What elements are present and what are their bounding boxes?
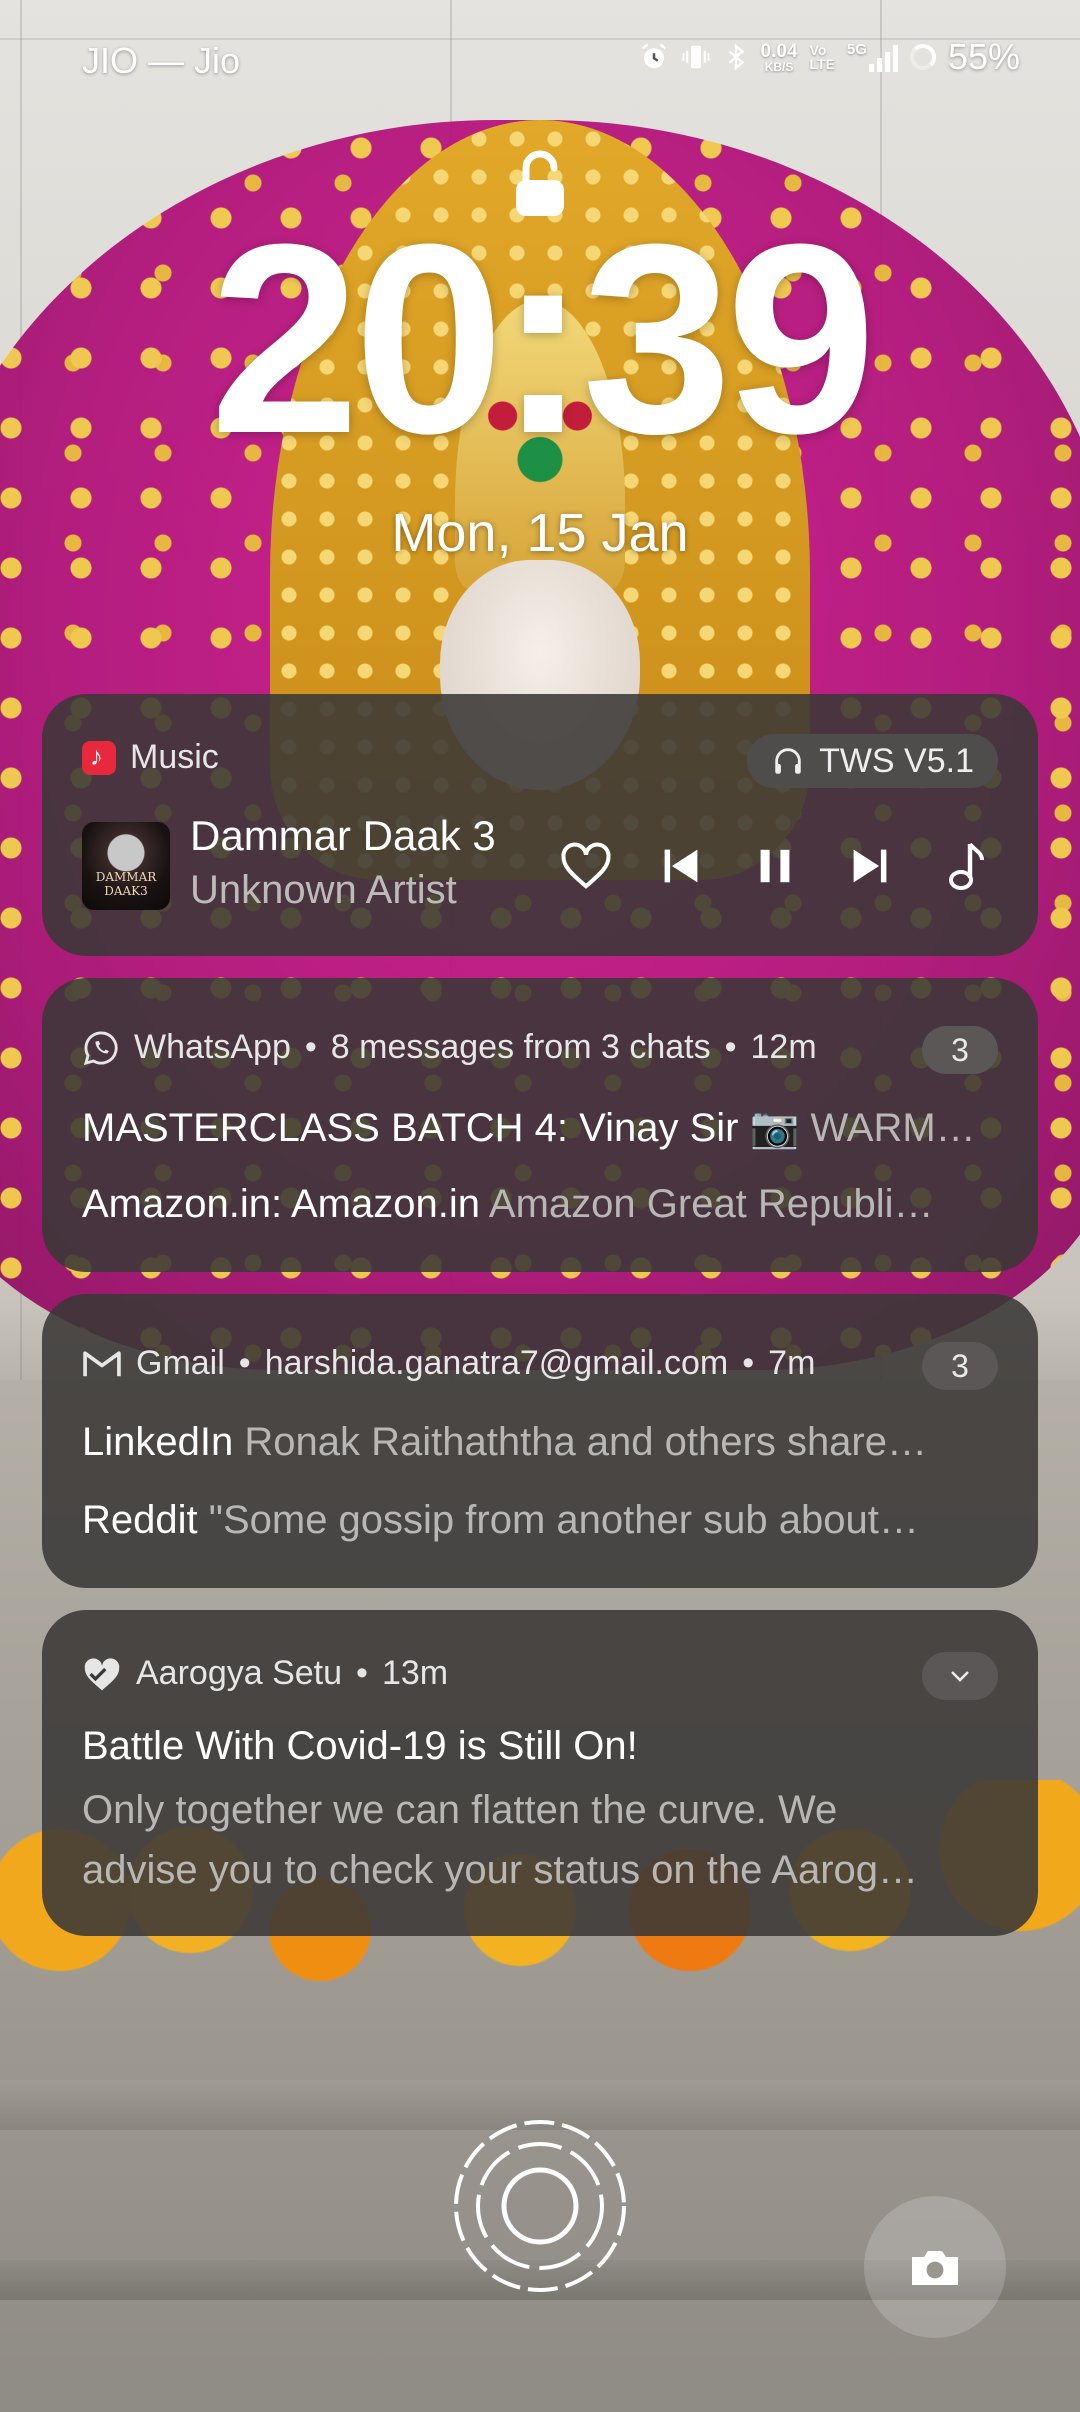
music-app-icon xyxy=(82,740,116,775)
whatsapp-summary: 8 messages from 3 chats xyxy=(330,1028,711,1066)
gmail-message-1: LinkedIn Ronak Raithaththa and others sh… xyxy=(82,1420,927,1464)
gmail-message-2: Reddit "Some gossip from another sub abo… xyxy=(82,1498,919,1542)
gmail-account: harshida.ganatra7@gmail.com xyxy=(264,1344,729,1382)
gmail-app-name: Gmail xyxy=(136,1344,225,1382)
gmail-time: 7m xyxy=(768,1344,816,1382)
whatsapp-notification[interactable]: WhatsApp • 8 messages from 3 chats • 12m… xyxy=(42,978,1038,1272)
volte-indicator: Vo LTE xyxy=(809,42,835,72)
track-title: Dammar Daak 3 xyxy=(190,812,496,859)
whatsapp-header: WhatsApp • 8 messages from 3 chats • 12m xyxy=(82,1028,817,1067)
track-artist: Unknown Artist xyxy=(190,868,457,912)
gmail-count-badge[interactable]: 3 xyxy=(922,1342,998,1390)
bluetooth-icon xyxy=(728,43,744,71)
heart-outline-icon xyxy=(561,842,611,889)
battery-icon xyxy=(909,44,936,70)
aarogya-body-line-1: Only together we can flatten the curve. … xyxy=(82,1788,838,1832)
gmail-header: Gmail • harshida.ganatra7@gmail.com • 7m xyxy=(82,1344,815,1383)
music-notification[interactable]: Music TWS V5.1 DAMMAR DAAK3 Dammar Daak … xyxy=(42,694,1038,956)
expand-button[interactable] xyxy=(922,1652,998,1700)
music-app-button[interactable] xyxy=(936,836,996,896)
status-bar: JIO — Jio 0.04 KB/S Vo LTE 5G 55% xyxy=(0,0,1080,126)
signal-icon: 5G xyxy=(847,42,898,72)
heart-icon xyxy=(84,1657,120,1690)
lockscreen-date: Mon, 15 Jan xyxy=(391,503,689,563)
aarogya-time: 13m xyxy=(381,1654,449,1692)
headphones-icon xyxy=(775,748,801,774)
favorite-button[interactable] xyxy=(556,836,616,896)
skip-next-icon xyxy=(853,849,887,883)
aarogya-app-name: Aarogya Setu xyxy=(136,1654,343,1692)
output-device-label: TWS V5.1 xyxy=(819,741,974,780)
alarm-icon xyxy=(641,43,666,69)
skip-previous-icon xyxy=(664,849,698,883)
aarogya-title: Battle With Covid-19 is Still On! xyxy=(82,1724,638,1768)
camera-icon xyxy=(912,2251,958,2285)
battery-percent: 55% xyxy=(947,36,1020,77)
lockscreen-clock: 20:39 xyxy=(209,189,877,490)
music-app-name: Music xyxy=(130,738,219,776)
vibrate-icon xyxy=(682,45,710,69)
carrier-name: JIO — Jio xyxy=(82,40,241,81)
whatsapp-time: 12m xyxy=(750,1028,817,1066)
previous-track-button[interactable] xyxy=(651,836,711,896)
whatsapp-icon xyxy=(83,1031,118,1065)
output-device-button[interactable]: TWS V5.1 xyxy=(747,734,998,788)
gmail-notification[interactable]: Gmail • harshida.ganatra7@gmail.com • 7m… xyxy=(42,1294,1038,1588)
net-speed: 0.04 KB/S xyxy=(760,40,798,74)
aarogya-setu-notification[interactable]: Aarogya Setu • 13m Battle With Covid-19 … xyxy=(42,1610,1038,1936)
next-track-button[interactable] xyxy=(840,836,900,896)
fingerprint-icon[interactable] xyxy=(452,2118,628,2294)
gmail-icon xyxy=(83,1350,121,1376)
camera-button[interactable] xyxy=(864,2196,1006,2338)
whatsapp-message-2: Amazon.in: Amazon.in Amazon Great Republ… xyxy=(82,1182,934,1226)
music-note-icon xyxy=(949,842,984,890)
pause-button[interactable] xyxy=(745,836,805,896)
album-art: DAMMAR DAAK3 xyxy=(82,822,170,910)
aarogya-header: Aarogya Setu • 13m xyxy=(82,1654,448,1693)
music-header: Music xyxy=(82,738,219,777)
whatsapp-message-1: MASTERCLASS BATCH 4: Vinay Sir 📷 WARM… xyxy=(82,1106,976,1150)
aarogya-body-line-2: advise you to check your status on the A… xyxy=(82,1848,919,1892)
whatsapp-app-name: WhatsApp xyxy=(134,1028,291,1066)
status-icons: 0.04 KB/S Vo LTE 5G 55% xyxy=(639,36,1020,78)
pause-icon xyxy=(760,849,790,883)
whatsapp-count-badge[interactable]: 3 xyxy=(922,1026,998,1074)
chevron-down-icon xyxy=(951,1671,969,1682)
